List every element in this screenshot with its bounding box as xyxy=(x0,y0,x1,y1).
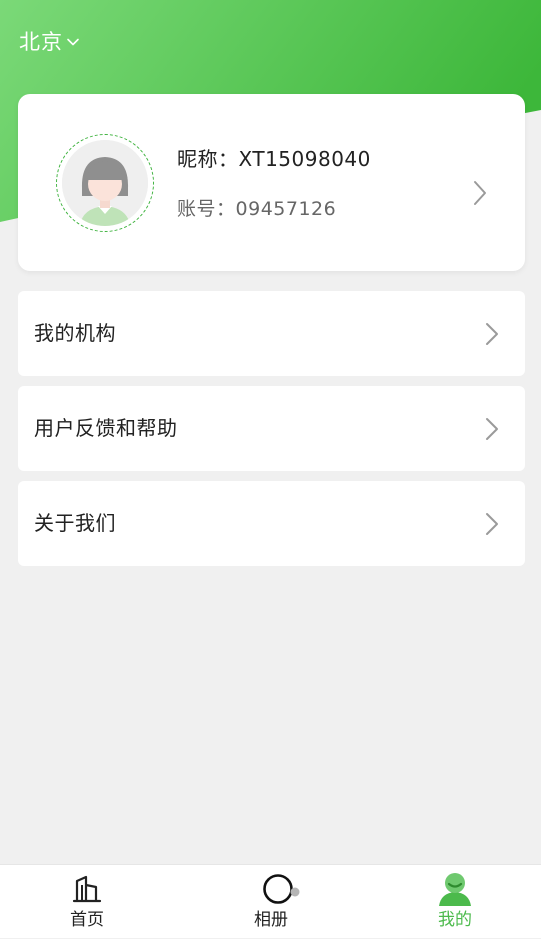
chevron-right-icon xyxy=(486,323,498,345)
account-label: 账号： xyxy=(177,198,236,220)
dot-icon xyxy=(290,887,300,897)
building-icon xyxy=(72,875,102,903)
menu-item-feedback-help[interactable]: 用户反馈和帮助 xyxy=(18,386,525,471)
tab-label: 相册 xyxy=(254,910,288,930)
bottom-tab-bar: 首页 相册 我的 xyxy=(0,864,541,938)
chevron-right-icon xyxy=(486,513,498,535)
tab-mine[interactable]: 我的 xyxy=(385,865,525,939)
account-value: 09457126 xyxy=(235,198,337,220)
tab-album[interactable]: 相册 xyxy=(201,865,341,939)
location-label: 北京 xyxy=(19,30,63,54)
profile-card[interactable]: 昵称：XT15098040 账号：09457126 xyxy=(18,94,525,271)
chevron-down-icon xyxy=(67,38,79,46)
avatar-image xyxy=(62,140,148,226)
nickname-row: 昵称：XT15098040 xyxy=(177,144,371,174)
nickname-value: XT15098040 xyxy=(238,147,371,171)
menu-item-label: 我的机构 xyxy=(34,321,116,345)
avatar xyxy=(56,134,154,232)
location-selector[interactable]: 北京 xyxy=(19,28,80,56)
menu-item-label: 用户反馈和帮助 xyxy=(34,416,178,440)
menu-item-my-organization[interactable]: 我的机构 xyxy=(18,291,525,376)
nickname-label: 昵称： xyxy=(177,147,239,171)
user-icon xyxy=(439,873,471,906)
account-row: 账号：09457126 xyxy=(177,194,336,224)
chevron-right-icon xyxy=(486,418,498,440)
tab-home[interactable]: 首页 xyxy=(17,865,157,939)
tab-label: 我的 xyxy=(438,910,472,930)
tab-label: 首页 xyxy=(70,910,104,930)
menu-item-label: 关于我们 xyxy=(34,511,116,535)
default-avatar-icon xyxy=(62,140,148,226)
chevron-right-icon xyxy=(474,181,486,205)
menu-item-about-us[interactable]: 关于我们 xyxy=(18,481,525,566)
